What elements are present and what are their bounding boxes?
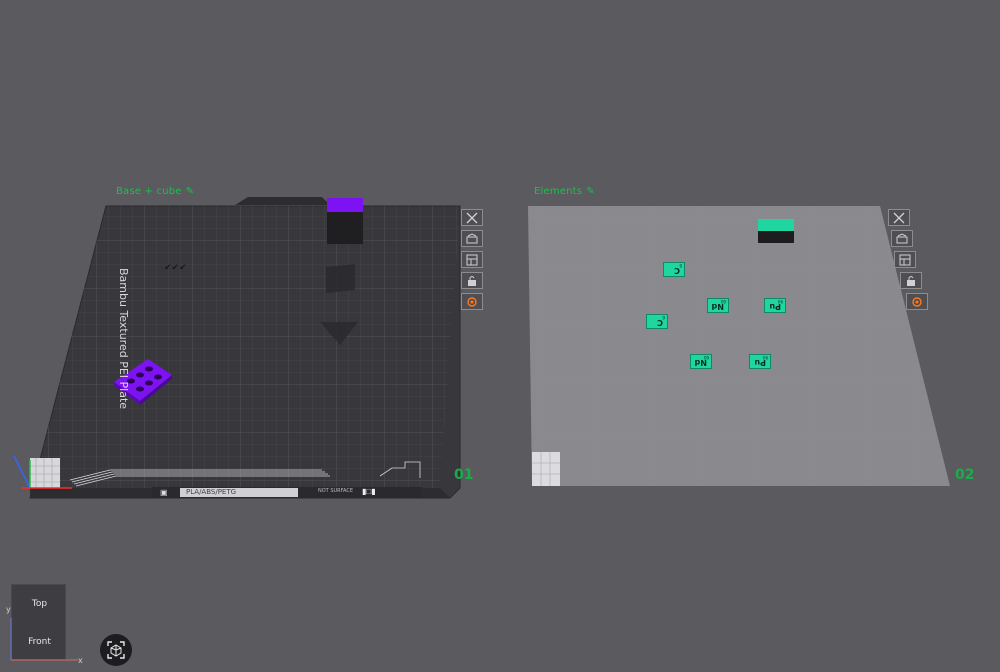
plate-02-toolbar [888, 209, 928, 310]
plate-grid [528, 206, 950, 486]
arrange-icon[interactable] [461, 251, 483, 268]
plate-01-toolbar [461, 209, 483, 310]
element-number: 94 [762, 355, 768, 360]
fit-view-icon [107, 641, 125, 659]
auto-orient-icon[interactable] [461, 230, 483, 247]
axis-z [13, 455, 31, 489]
close-icon[interactable] [888, 209, 910, 226]
plate-handle [235, 197, 330, 205]
plate-02[interactable] [528, 206, 950, 486]
plate-02-number: 02 [955, 467, 975, 483]
element-tile[interactable]: Pu 94 [749, 354, 771, 369]
arrange-icon[interactable] [894, 251, 916, 268]
lock-icon[interactable] [900, 272, 922, 289]
settings-icon[interactable] [461, 293, 483, 310]
view-axes [10, 618, 78, 661]
y-axis-label: y [6, 605, 11, 614]
element-tile[interactable]: Pu 94 [764, 298, 786, 313]
element-tile[interactable]: C6 [663, 262, 685, 277]
object-ghost-2[interactable] [326, 264, 355, 293]
element-tile[interactable]: Nd 60 [690, 354, 712, 369]
fit-view-button[interactable] [100, 634, 132, 666]
x-axis-label: x [78, 656, 83, 665]
element-tile[interactable]: C6 [646, 314, 668, 329]
plate-01-title[interactable]: Base + cube ✎ [116, 186, 194, 197]
element-tile[interactable]: Nd 60 [707, 298, 729, 313]
settings-icon[interactable] [906, 293, 928, 310]
check-marks: ✔✔✔ [164, 263, 187, 273]
plate-buttons-icon: ▮□▮ [362, 487, 376, 496]
plate-01-number: 01 [454, 467, 474, 483]
surface-label: NOT SURFACE [318, 488, 354, 494]
plate-01[interactable]: ✔✔✔ [13, 197, 461, 499]
element-number: 60 [703, 355, 709, 360]
element-number: 6 [662, 315, 665, 320]
plate-title-text: Elements [534, 186, 583, 197]
origin-corner [532, 452, 560, 486]
edit-name-icon[interactable]: ✎ [586, 186, 595, 197]
close-icon[interactable] [461, 209, 483, 226]
filament-label: PLA/ABS/PETG [186, 488, 237, 496]
plates-canvas: ✔✔✔ [13, 197, 950, 499]
plate-title-text: Base + cube [116, 186, 182, 197]
origin-corner [30, 458, 60, 488]
viewport-3d[interactable]: ✔✔✔ Base + cube ✎ Elements ✎ Bambu Textu… [0, 0, 1000, 672]
element-number: 60 [720, 299, 726, 304]
plate-02-title[interactable]: Elements ✎ [534, 186, 595, 197]
bed-label: Bambu Textured PEI Plate [117, 268, 130, 410]
bambu-logo-icon: ▣ [160, 488, 168, 497]
object-block[interactable] [758, 219, 794, 243]
edit-name-icon[interactable]: ✎ [186, 186, 195, 197]
auto-orient-icon[interactable] [891, 230, 913, 247]
element-number: 94 [777, 299, 783, 304]
lock-icon[interactable] [461, 272, 483, 289]
object-cube[interactable] [327, 198, 363, 244]
element-number: 6 [679, 263, 682, 268]
